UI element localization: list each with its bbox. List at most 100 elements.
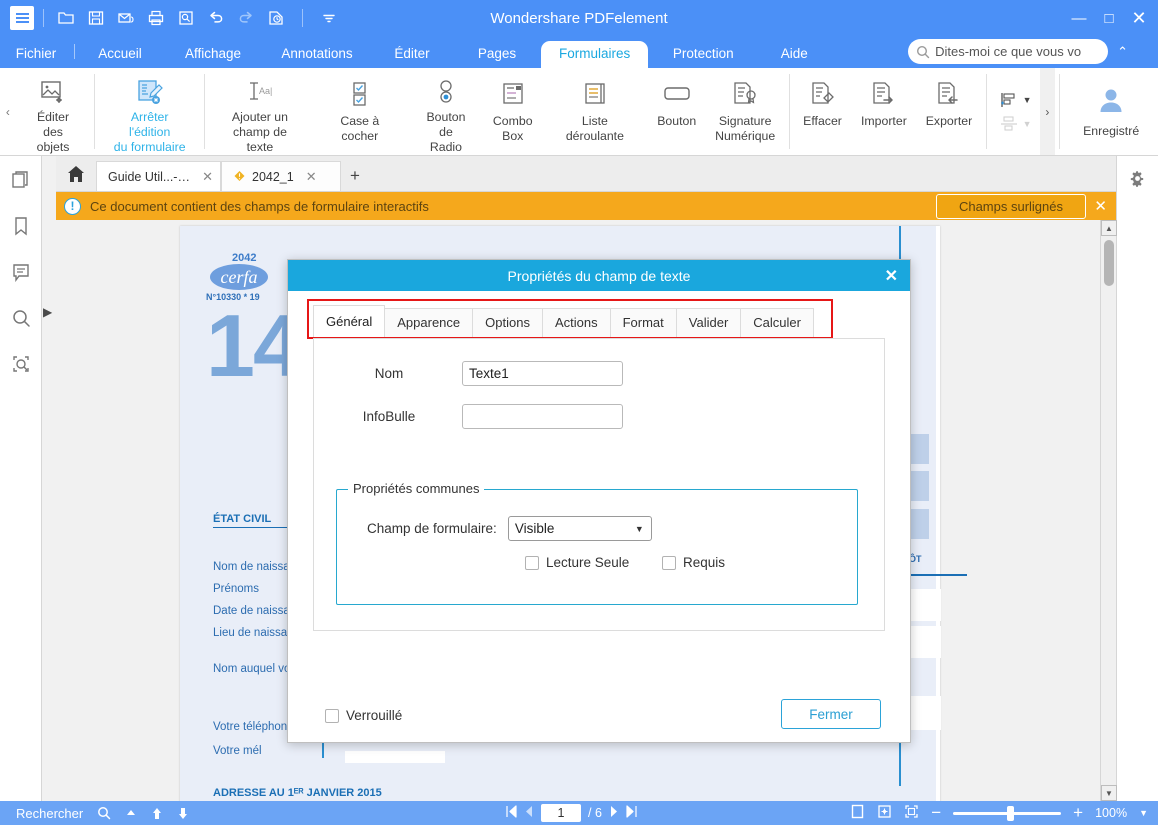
comments-icon[interactable] [9,260,33,284]
dialog-tab-calculer[interactable]: Calculer [740,308,814,337]
align-tool-enabled[interactable]: ▼ [999,91,1032,109]
ribbon-button-radio[interactable]: Bouton de Radio [409,68,484,155]
dialog-tab-apparence[interactable]: Apparence [384,308,474,337]
ribbon-button-push-button[interactable]: Bouton [648,68,706,155]
thumbnails-icon[interactable] [9,168,33,192]
scrollbar-thumb[interactable] [1104,240,1114,286]
bookmarks-icon[interactable] [9,214,33,238]
close-window-button[interactable]: ✕ [1124,3,1154,33]
ribbon-button-checkbox[interactable]: Case à cocher [311,68,409,155]
infobulle-input[interactable] [462,404,623,429]
dialog-tab-options[interactable]: Options [472,308,543,337]
scroll-up-button[interactable]: ▲ [1101,220,1117,236]
minimize-button[interactable]: — [1064,3,1094,33]
current-page-input[interactable]: 1 [541,804,581,822]
more-icon[interactable] [316,5,342,31]
tab-pages[interactable]: Pages [453,41,541,68]
nom-input[interactable]: Texte1 [462,361,623,386]
search-icon[interactable] [97,806,111,820]
ribbon-button-list-box[interactable]: Liste déroulante [542,68,648,155]
preview-icon[interactable] [173,5,199,31]
dialog-tab-valider[interactable]: Valider [675,308,742,337]
undo-icon[interactable] [203,5,229,31]
scroll-down-button[interactable]: ▼ [1101,785,1117,801]
ribbon-button-edit-objects[interactable]: Éditer des objets [16,68,91,155]
single-page-icon[interactable] [850,804,865,822]
tab-formulaires[interactable]: Formulaires [541,41,649,68]
new-tab-button[interactable]: + [341,161,369,191]
zoom-in-button[interactable]: + [1073,803,1083,823]
form-field-box[interactable] [911,434,929,464]
ribbon-collapse-left[interactable]: ‹ [0,68,16,155]
expand-panel-arrow[interactable]: ▶ [43,305,52,319]
highlight-fields-button[interactable]: Champs surlignés [935,193,1086,219]
hamburger-menu-icon[interactable] [10,6,34,30]
prev-page-icon[interactable] [524,805,534,821]
tab-affichage[interactable]: Affichage [163,41,263,68]
fit-page-icon[interactable] [877,804,892,822]
close-tab-icon[interactable]: ✕ [202,169,213,185]
search-label[interactable]: Rechercher [16,806,83,821]
tab-accueil[interactable]: Accueil [77,41,163,68]
next-page-icon[interactable] [609,805,619,821]
form-input-box[interactable] [911,626,941,658]
search-input[interactable]: Dites-moi ce que vous vo [908,39,1109,64]
close-tab-icon[interactable]: ✕ [306,169,317,185]
document-tab-guide[interactable]: Guide Util...--FR ✕ [96,161,221,191]
form-field-box[interactable] [911,471,929,501]
recent-icon[interactable] [263,5,289,31]
zoom-slider-handle[interactable] [1007,805,1015,821]
ribbon-button-combo-box[interactable]: Combo Box [483,68,542,155]
search-panel-icon[interactable] [9,306,33,330]
ribbon-button-stop-form-edit[interactable]: Arrêter l'édition du formulaire [99,68,199,155]
home-tab-button[interactable] [56,157,96,191]
document-tab-2042[interactable]: 2042_1 ✕ [221,161,341,191]
ribbon-button-export[interactable]: Exporter [916,68,981,155]
chevron-up-icon[interactable]: ⌃ [1117,44,1128,60]
account-button[interactable]: Enregistré [1064,68,1158,155]
tab-annotations[interactable]: Annotations [263,41,371,68]
ribbon-collapse-right[interactable]: › [1039,68,1056,155]
tab-editer[interactable]: Éditer [371,41,453,68]
zoom-slider[interactable] [953,805,1062,821]
dialog-close-icon[interactable]: ✕ [885,266,898,286]
zoom-out-button[interactable]: − [931,803,941,823]
tab-aide[interactable]: Aide [758,41,830,68]
locked-checkbox-row[interactable]: Verrouillé [325,708,402,723]
champ-formulaire-select[interactable]: Visible ▼ [507,516,652,541]
tab-protection[interactable]: Protection [648,41,758,68]
open-icon[interactable] [53,5,79,31]
ribbon-button-clear-form[interactable]: Effacer [794,68,852,155]
lecture-seule-checkbox[interactable] [525,555,539,570]
zoom-dropdown-icon[interactable]: ▼ [1139,808,1148,818]
fermer-button[interactable]: Fermer [781,699,881,729]
arrow-up-icon[interactable] [151,807,163,820]
close-notification-icon[interactable]: ✕ [1094,197,1107,215]
checkbox-row-required[interactable]: Requis [662,555,725,570]
first-page-icon[interactable] [505,805,517,821]
vertical-scrollbar[interactable]: ▲ ▼ [1100,220,1117,801]
redo-icon[interactable] [233,5,259,31]
dialog-tab-format[interactable]: Format [609,308,677,337]
form-input-box[interactable] [911,589,941,621]
gear-icon[interactable] [1128,169,1147,193]
maximize-button[interactable]: □ [1094,3,1124,33]
ribbon-button-add-text-field[interactable]: Aa| Ajouter un champ de texte [209,68,311,155]
tab-fichier[interactable]: Fichier [0,41,72,68]
arrow-down-icon[interactable] [177,807,189,820]
ocr-search-icon[interactable] [9,352,33,376]
last-page-icon[interactable] [626,805,638,821]
form-field-box[interactable] [911,509,929,539]
print-icon[interactable] [143,5,169,31]
ribbon-button-import[interactable]: Importer [852,68,917,155]
checkbox-row-readonly[interactable]: Lecture Seule [525,555,629,570]
save-icon[interactable] [83,5,109,31]
fullscreen-icon[interactable] [904,804,919,822]
ribbon-button-digital-signature[interactable]: Signature Numérique [706,68,785,155]
form-email-cells[interactable] [345,751,445,763]
triangle-up-icon[interactable] [125,807,137,819]
dialog-tab-general[interactable]: Général [313,305,386,337]
form-input-box[interactable] [911,696,941,730]
verrouille-checkbox[interactable] [325,708,339,723]
email-icon[interactable] [113,5,139,31]
